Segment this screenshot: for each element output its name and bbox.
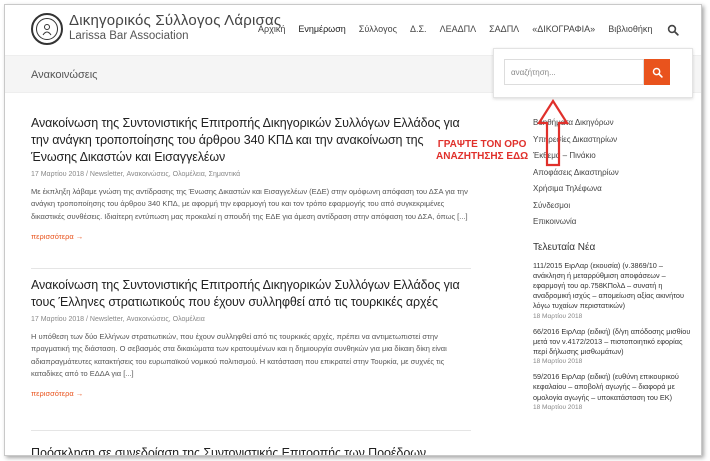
- post: Πρόσκληση σε συνεδρίαση της Συντονιστική…: [31, 445, 471, 455]
- news-item: 111/2015 ΕιρΛαρ (εκουσία) (ν.3869/10 – α…: [533, 261, 693, 320]
- post-title[interactable]: Ανακοίνωση της Συντονιστικής Επιτροπής Δ…: [31, 277, 471, 311]
- news-link[interactable]: 66/2016 ΕιρΛαρ (ειδική) (δ/γη απόδοσης μ…: [533, 327, 693, 358]
- brand[interactable]: Δικηγορικός Σύλλογος Λάρισας Larissa Bar…: [69, 12, 281, 42]
- page-title: Ανακοινώσεις: [31, 69, 98, 81]
- nav-dikografia[interactable]: «ΔΙΚΟΓΡΑΦΙΑ»: [532, 24, 595, 34]
- news-date: 18 Μαρτίου 2018: [533, 403, 583, 411]
- nav-sadpl[interactable]: ΣΑΔΠΛ: [489, 24, 519, 34]
- post-meta: 17 Μαρτίου 2018 / Newsletter, Ανακοινώσε…: [31, 171, 241, 178]
- nav-home[interactable]: Αρχική: [258, 24, 285, 34]
- news-item: 66/2016 ΕιρΛαρ (ειδική) (δ/γη απόδοσης μ…: [533, 327, 693, 366]
- search-dropdown: [493, 48, 693, 98]
- nav-library[interactable]: Βιβλιοθήκη: [608, 24, 652, 34]
- post: Ανακοίνωση της Συντονιστικής Επιτροπής Δ…: [31, 277, 471, 431]
- news-date: 18 Μαρτίου 2018: [533, 358, 583, 366]
- nav-association[interactable]: Σύλλογος: [359, 24, 397, 34]
- news-link[interactable]: 111/2015 ΕιρΛαρ (εκουσία) (ν.3869/10 – α…: [533, 261, 693, 312]
- news-date: 18 Μαρτίου 2018: [533, 312, 583, 320]
- post-title[interactable]: Πρόσκληση σε συνεδρίαση της Συντονιστική…: [31, 445, 471, 455]
- annotation-line-1: ΓΡΑΨΤΕ ΤΟΝ ΟΡΟ: [437, 139, 527, 150]
- bar-association-logo[interactable]: [31, 13, 63, 45]
- logo-seal-icon: [36, 18, 58, 40]
- search-hint-annotation: ΓΡΑΨΤΕ ΤΟΝ ΟΡΟ ΑΝΑΖΗΤΗΣΗΣ ΕΔΩ: [436, 139, 528, 163]
- nav-board[interactable]: Δ.Σ.: [410, 24, 427, 34]
- sidebar-link-phones[interactable]: Χρήσιμα Τηλέφωνα: [533, 181, 693, 198]
- read-more-link[interactable]: περισσότερα →: [31, 232, 83, 241]
- news-link[interactable]: 59/2016 ΕιρΛαρ (ειδική) (ευθύνη επικουρι…: [533, 372, 693, 403]
- search-submit-button[interactable]: [644, 59, 670, 85]
- annotation-line-2: ΑΝΑΖΗΤΗΣΗΣ ΕΔΩ: [436, 151, 529, 162]
- post-excerpt: Η υπόθεση των δύο Ελλήνων στρατιωτικών, …: [31, 332, 447, 378]
- nav-leadpl[interactable]: ΛΕΑΔΠΛ: [440, 24, 477, 34]
- main-nav: Αρχική Ενημέρωση Σύλλογος Δ.Σ. ΛΕΑΔΠΛ ΣΑ…: [258, 23, 680, 36]
- annotation-arrow-icon: [536, 99, 570, 167]
- post-title[interactable]: Ανακοίνωση της Συντονιστικής Επιτροπής Δ…: [31, 115, 471, 166]
- nav-news[interactable]: Ενημέρωση: [298, 24, 345, 34]
- search-icon[interactable]: [667, 23, 680, 36]
- post-excerpt: Με έκπληξη λάβαμε γνώση της αντίδρασης τ…: [31, 187, 468, 221]
- sidebar-link-contact[interactable]: Επικοινωνία: [533, 214, 693, 231]
- post-meta: 17 Μαρτίου 2018 / Newsletter, Ανακοινώσε…: [31, 316, 205, 323]
- search-icon: [652, 67, 663, 78]
- read-more-link[interactable]: περισσότερα →: [31, 389, 83, 398]
- latest-news-heading: Τελευταία Νέα: [533, 241, 596, 253]
- browser-frame: Δικηγορικός Σύλλογος Λάρισας Larissa Bar…: [4, 4, 702, 456]
- sidebar-link-links[interactable]: Σύνδεσμοι: [533, 198, 693, 215]
- brand-name-greek: Δικηγορικός Σύλλογος Λάρισας: [69, 12, 282, 29]
- news-item: 59/2016 ΕιρΛαρ (ειδική) (ευθύνη επικουρι…: [533, 372, 693, 411]
- post: Ανακοίνωση της Συντονιστικής Επιτροπής Δ…: [31, 115, 471, 269]
- search-input[interactable]: [504, 59, 644, 85]
- brand-name-english: Larissa Bar Association: [69, 30, 189, 42]
